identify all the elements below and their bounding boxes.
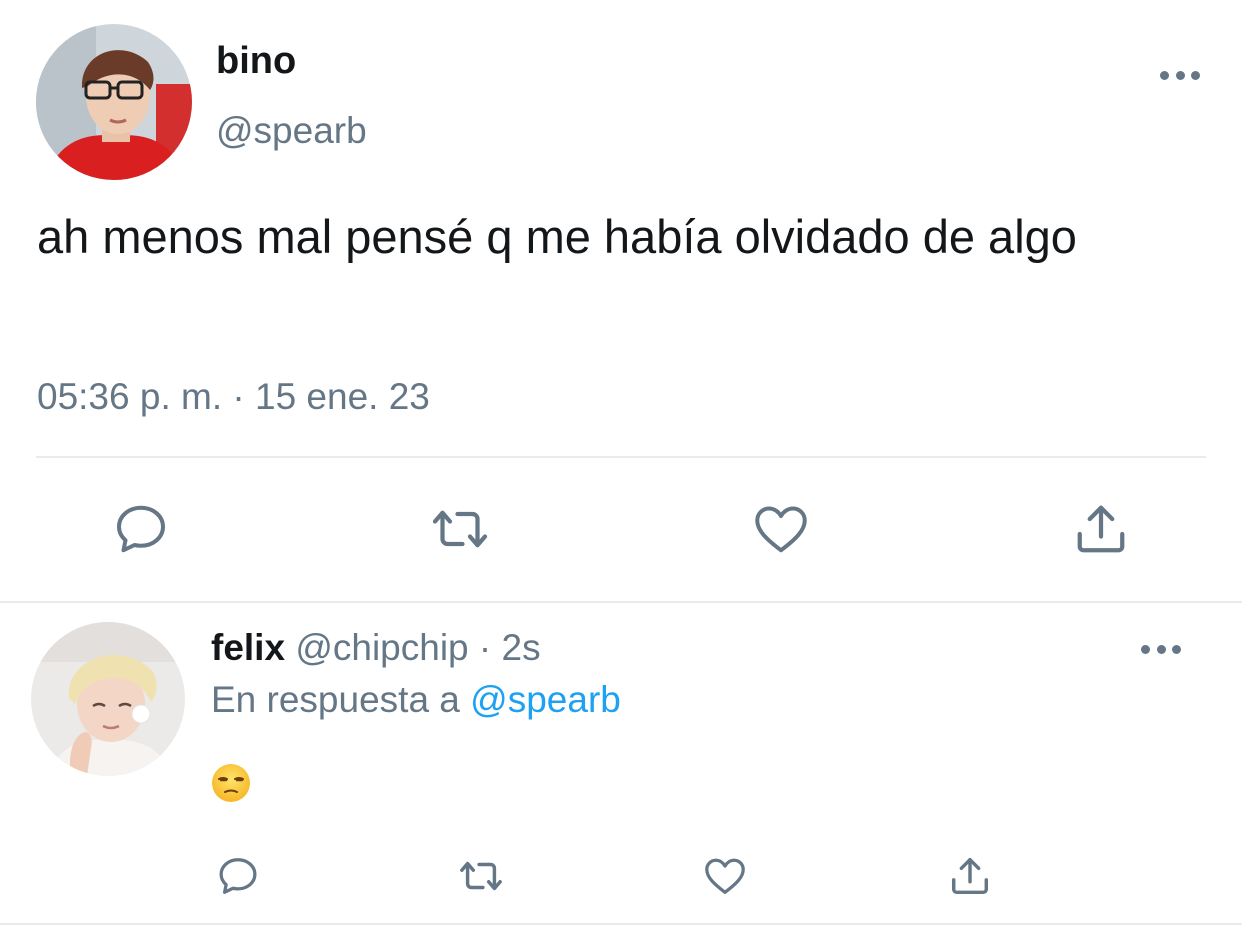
share-icon	[951, 857, 989, 895]
reply-tweet-reply-button[interactable]	[205, 843, 271, 909]
main-tweet-share-button[interactable]	[1068, 496, 1134, 562]
speech-bubble-icon	[117, 505, 165, 553]
reply-tweet-avatar[interactable]	[31, 622, 185, 776]
reply-tweet-header: felix @chipchip · 2s	[211, 624, 541, 672]
main-tweet-timestamp[interactable]: 05:36 p. m. · 15 ene. 23	[37, 372, 430, 422]
section-divider	[0, 601, 1242, 603]
share-icon	[1077, 505, 1125, 553]
main-tweet-more-options-icon[interactable]	[1160, 69, 1200, 81]
bottom-divider	[0, 923, 1242, 925]
reply-tweet-separator: ·	[478, 627, 492, 668]
heart-icon	[755, 506, 807, 553]
speech-bubble-icon	[219, 858, 257, 894]
reply-tweet-author-handle[interactable]: @chipchip	[295, 627, 468, 668]
reply-tweet-author-name[interactable]: felix	[211, 627, 285, 668]
main-tweet-retweet-button[interactable]	[427, 496, 493, 562]
unamused-face-icon	[212, 764, 250, 802]
reply-tweet-share-button[interactable]	[937, 843, 1003, 909]
reply-tweet-time[interactable]: 2s	[502, 627, 541, 668]
main-tweet-avatar[interactable]	[36, 24, 192, 180]
avatar-photo-bino	[36, 24, 192, 180]
unamused-face-emoji	[211, 763, 251, 803]
reply-tweet-in-reply-to: En respuesta a @spearb	[211, 676, 621, 724]
reply-tweet-like-button[interactable]	[692, 843, 758, 909]
heart-icon	[705, 858, 745, 894]
main-tweet-author-name[interactable]: bino	[216, 38, 296, 84]
main-tweet-reply-button[interactable]	[108, 496, 174, 562]
main-tweet-author-handle[interactable]: @spearb	[216, 108, 367, 154]
main-tweet-like-button[interactable]	[748, 496, 814, 562]
retweet-icon	[460, 861, 502, 891]
reply-tweet-retweet-button[interactable]	[448, 843, 514, 909]
reply-tweet-more-options-icon[interactable]	[1141, 643, 1181, 655]
reply-tweet-reply-prefix: En respuesta a	[211, 679, 460, 720]
reply-tweet-mention-link[interactable]: @spearb	[470, 679, 621, 720]
main-tweet-text: ah menos mal pensé q me había olvidado d…	[37, 210, 1077, 263]
avatar-photo-felix	[31, 622, 185, 776]
retweet-icon	[432, 510, 488, 548]
main-tweet-divider	[36, 456, 1206, 458]
